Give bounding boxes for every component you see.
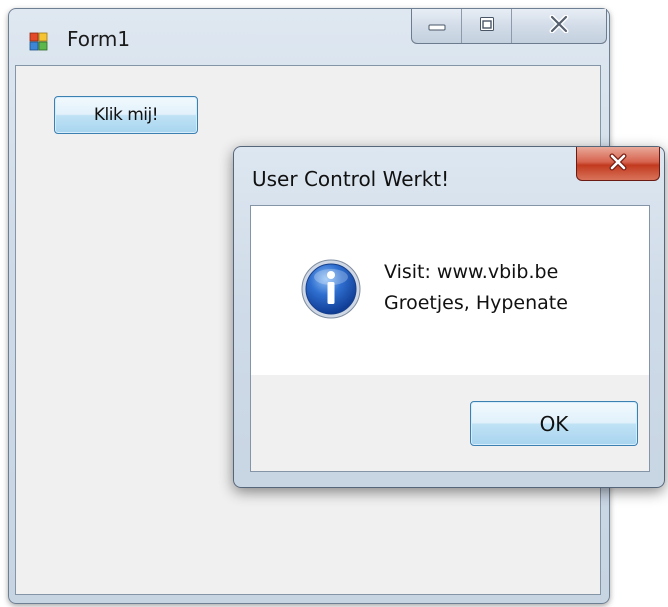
minimize-button[interactable] <box>412 9 462 43</box>
window-title: Form1 <box>67 27 131 51</box>
close-icon <box>607 153 629 175</box>
form-app-icon <box>29 32 49 52</box>
message-line: Visit: www.vbib.be <box>384 261 559 283</box>
klik-mij-button[interactable]: Klik mij! <box>54 96 198 134</box>
main-titlebar[interactable]: Form1 <box>9 9 609 65</box>
ok-button[interactable]: OK <box>470 401 638 446</box>
maximize-button[interactable] <box>462 9 512 43</box>
dialog-title: User Control Werkt! <box>252 167 450 191</box>
message-line: Groetjes, Hypenate <box>384 292 568 314</box>
close-button[interactable] <box>512 9 606 43</box>
dialog-close-button[interactable] <box>576 147 660 181</box>
minimize-icon <box>428 17 446 36</box>
close-icon <box>548 14 570 37</box>
caption-buttons <box>411 9 607 44</box>
message-box-dialog: User Control Werkt! Visit: www.vbib.be G… <box>233 146 665 488</box>
maximize-icon <box>479 16 495 36</box>
info-icon <box>300 258 362 320</box>
